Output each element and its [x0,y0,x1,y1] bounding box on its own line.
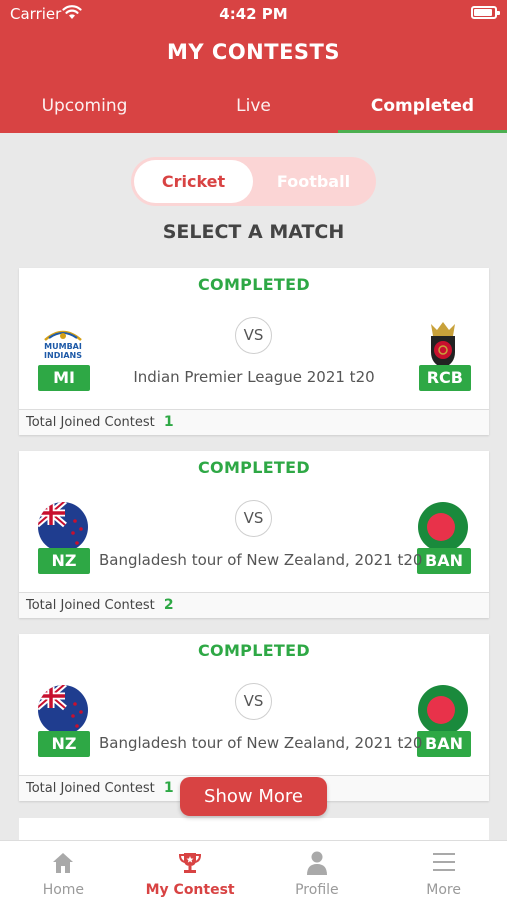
tab-upcoming[interactable]: Upcoming [0,86,169,133]
team1-badge: NZ [38,548,90,574]
svg-text:INDIANS: INDIANS [44,351,82,360]
nav-my-contest[interactable]: My Contest [127,841,254,900]
joined-contest-footer: Total Joined Contest 2 [19,592,489,618]
nav-more-label: More [426,882,461,898]
nav-home-label: Home [42,882,85,898]
football-toggle-button[interactable]: Football [254,160,373,203]
nav-home[interactable]: Home [0,841,127,900]
vs-badge: VS [235,317,272,354]
menu-icon [432,853,455,871]
cricket-toggle-button[interactable]: Cricket [134,160,253,203]
contest-tabs: Upcoming Live Completed [0,86,507,133]
nav-profile[interactable]: Profile [254,841,381,900]
bangladesh-flag-icon [418,502,468,552]
match-card[interactable]: COMPLETED VS NZ BAN Bangladesh tour of N… [19,634,489,801]
league-name: Indian Premier League 2021 t20 [133,368,375,386]
person-icon [306,851,327,875]
joined-contest-label: Total Joined Contest [26,598,155,613]
team2-badge: BAN [417,548,471,574]
trophy-icon [179,853,202,873]
joined-contest-footer: Total Joined Contest 1 [19,409,489,435]
page-title: MY CONTESTS [167,40,340,64]
bangladesh-flag-icon [418,685,468,735]
nav-more[interactable]: More [380,841,507,900]
clock-time: 4:42 PM [219,5,288,23]
match-card[interactable]: COMPLETED VS NZ BAN Bangladesh tour of N… [19,451,489,618]
team1-badge: NZ [38,731,90,757]
league-name: Bangladesh tour of New Zealand, 2021 t20 [99,551,423,569]
joined-contest-count: 1 [163,780,174,796]
section-title: SELECT A MATCH [162,221,345,243]
team2-badge: RCB [418,365,471,391]
match-status: COMPLETED [198,641,310,660]
sport-toggle: Cricket Football [131,157,376,206]
joined-contest-label: Total Joined Contest [26,415,155,430]
status-bar: Carrier 4:42 PM [0,0,507,28]
joined-contest-count: 1 [163,414,174,430]
vs-badge: VS [235,500,272,537]
league-name: Bangladesh tour of New Zealand, 2021 t20 [99,734,423,752]
joined-contest-label: Total Joined Contest [26,781,155,796]
mumbai-indians-logo: MUMBAI INDIANS [44,330,82,360]
battery-icon [471,6,500,19]
bottom-nav: Home My Contest Profile More [0,840,507,900]
tab-live[interactable]: Live [169,86,338,133]
svg-text:MUMBAI: MUMBAI [44,342,82,351]
app-header: Carrier 4:42 PM MY CONTESTS Upcoming Liv… [0,0,507,133]
nav-my-contest-label: My Contest [145,882,235,898]
home-icon [53,853,74,873]
show-more-button[interactable]: Show More [180,777,327,816]
vs-badge: VS [235,683,272,720]
joined-contest-count: 2 [163,597,174,613]
nz-flag-icon [38,502,88,552]
team2-badge: BAN [417,731,471,757]
team1-badge: MI [38,365,90,391]
tab-completed[interactable]: Completed [338,86,507,133]
rcb-logo [431,322,455,368]
nav-profile-label: Profile [295,882,339,898]
nz-flag-icon [38,685,88,735]
match-card[interactable]: COMPLETED MUMBAI INDIANS VS MI RCB India… [19,268,489,435]
match-status: COMPLETED [198,275,310,294]
match-status: COMPLETED [198,458,310,477]
